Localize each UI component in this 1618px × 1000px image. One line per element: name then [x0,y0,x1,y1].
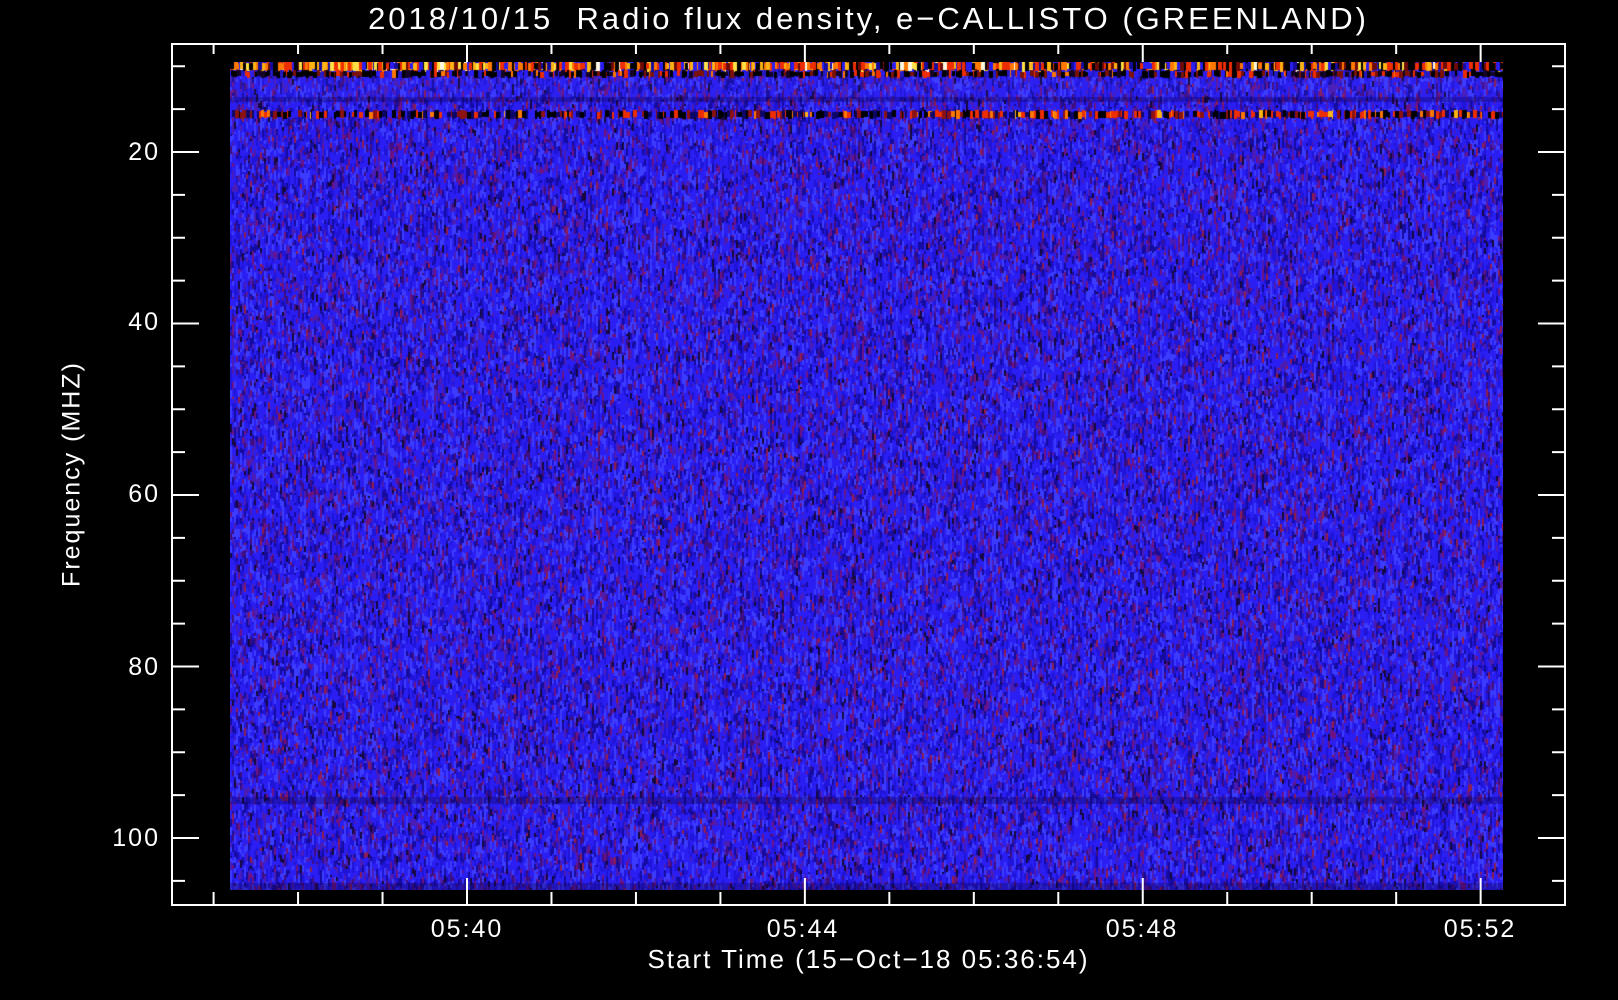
x-axis-title: Start Time (15−Oct−18 05:36:54) [647,944,1090,974]
axes-frame [171,43,1566,906]
y-tick-label-40: 40 [128,308,160,336]
x-tick-label-0552: 05:52 [1443,915,1517,943]
y-tick-label-20: 20 [128,138,160,166]
y-tick-label-60: 60 [128,480,160,508]
plot-frame [171,43,1566,906]
x-tick-label-0540: 05:40 [430,915,504,943]
spectrogram-page: 2018/10/15 Radio flux density, e−CALLIST… [0,0,1618,1000]
x-tick-label-0548: 05:48 [1105,915,1179,943]
x-tick-label-0544: 05:44 [766,915,840,943]
y-axis-title: Frequency (MHZ) [57,361,86,587]
y-tick-label-100: 100 [112,824,160,852]
y-tick-label-80: 80 [128,653,160,681]
